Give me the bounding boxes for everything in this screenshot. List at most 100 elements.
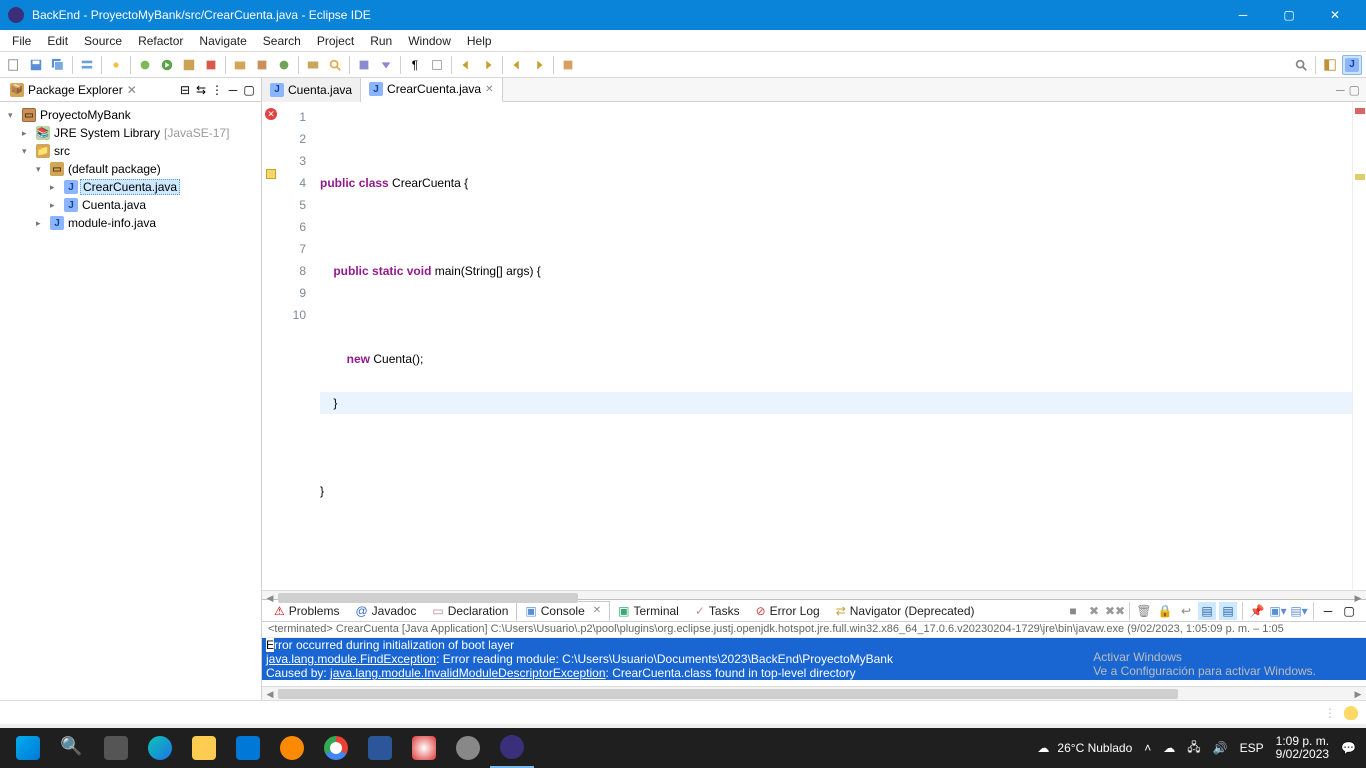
pin-console-button[interactable]: 📌 (1248, 602, 1266, 620)
clear-console-button[interactable]: 🗑 (1135, 602, 1153, 620)
overview-warning-mark[interactable] (1355, 174, 1365, 180)
show-console-stdout-button[interactable]: ▤ (1198, 602, 1216, 620)
tree-src[interactable]: ▾ 📁 src (4, 142, 261, 160)
java-perspective-button[interactable]: J (1342, 55, 1362, 75)
taskbar-chrome-canary[interactable] (402, 728, 446, 768)
pin-editor-button[interactable] (558, 55, 578, 75)
minimize-view-button[interactable]: ─ (225, 82, 241, 98)
show-console-stderr-button[interactable]: ▤ (1219, 602, 1237, 620)
menu-edit[interactable]: Edit (39, 32, 76, 50)
menu-refactor[interactable]: Refactor (130, 32, 191, 50)
editor-tab-cuenta[interactable]: J Cuenta.java (262, 78, 361, 102)
terminate-button[interactable]: ■ (1064, 602, 1082, 620)
console-output[interactable]: Error occurred during initialization of … (262, 638, 1366, 686)
scroll-right-icon[interactable]: ▶ (1351, 688, 1365, 700)
taskbar-eclipse[interactable] (490, 728, 534, 768)
tray-clock[interactable]: 1:09 p. m. 9/02/2023 (1276, 735, 1329, 761)
run-button[interactable] (157, 55, 177, 75)
save-button[interactable] (26, 55, 46, 75)
remove-all-button[interactable]: ✖✖ (1106, 602, 1124, 620)
tray-language[interactable]: ESP (1240, 741, 1264, 755)
view-tab-javadoc[interactable]: @Javadoc (347, 602, 424, 620)
close-view-icon[interactable]: ✕ (593, 605, 601, 616)
taskbar-app[interactable] (446, 728, 490, 768)
new-button[interactable] (4, 55, 24, 75)
next-edit-button[interactable] (478, 55, 498, 75)
console-horizontal-scrollbar[interactable]: ◀ ▶ (262, 686, 1366, 700)
expand-icon[interactable]: ▾ (22, 146, 34, 157)
taskbar-explorer[interactable] (182, 728, 226, 768)
taskbar-search-button[interactable]: 🔍 (50, 728, 94, 768)
forward-button[interactable] (529, 55, 549, 75)
expand-icon[interactable]: ▸ (50, 182, 62, 193)
prev-edit-button[interactable] (456, 55, 476, 75)
menu-window[interactable]: Window (400, 32, 459, 50)
coverage-button[interactable] (179, 55, 199, 75)
back-button[interactable] (507, 55, 527, 75)
overview-ruler[interactable] (1352, 102, 1366, 590)
start-button[interactable] (6, 728, 50, 768)
display-selected-console-button[interactable]: ▣▾ (1269, 602, 1287, 620)
action-center-icon[interactable]: 💬 (1341, 741, 1356, 755)
taskbar-chrome[interactable] (314, 728, 358, 768)
search-button[interactable] (325, 55, 345, 75)
maximize-editor-button[interactable]: ▢ (1349, 83, 1360, 97)
expand-icon[interactable]: ▸ (50, 200, 62, 211)
new-package-button[interactable] (252, 55, 272, 75)
tray-volume-icon[interactable]: 🔊 (1213, 741, 1228, 755)
skip-button[interactable] (106, 55, 126, 75)
warning-marker-icon[interactable] (266, 169, 276, 179)
tip-lightbulb-icon[interactable] (1344, 706, 1358, 720)
tree-project[interactable]: ▾ ▭ ProyectoMyBank (4, 106, 261, 124)
menu-source[interactable]: Source (76, 32, 130, 50)
tree-default-package[interactable]: ▾ ▭ (default package) (4, 160, 261, 178)
menu-project[interactable]: Project (309, 32, 362, 50)
taskbar-edge[interactable] (138, 728, 182, 768)
minimize-editor-button[interactable]: ─ (1336, 83, 1345, 97)
scroll-left-icon[interactable]: ◀ (263, 688, 277, 700)
expand-icon[interactable]: ▾ (8, 110, 20, 121)
tray-chevron-up-icon[interactable]: ˄ (1144, 741, 1151, 755)
open-type-button[interactable] (303, 55, 323, 75)
link-editor-button[interactable]: ⇆ (193, 82, 209, 98)
close-view-icon[interactable]: ✕ (127, 83, 137, 97)
menu-run[interactable]: Run (362, 32, 400, 50)
open-console-button[interactable]: ▤▾ (1290, 602, 1308, 620)
maximize-view-button[interactable]: ▢ (241, 82, 257, 98)
scroll-lock-button[interactable]: 🔒 (1156, 602, 1174, 620)
weather-widget[interactable]: ☁ 26°C Nublado (1037, 741, 1132, 755)
close-tab-icon[interactable]: ✕ (485, 84, 493, 95)
overview-error-mark[interactable] (1355, 108, 1365, 114)
code-editor[interactable]: ✕ 1 2 3 4 5 6 7 8 9 10 public class Crea… (262, 102, 1366, 590)
menu-help[interactable]: Help (459, 32, 500, 50)
view-tab-console[interactable]: ▣Console✕ (516, 601, 610, 621)
view-menu-button[interactable]: ⋮ (209, 82, 225, 98)
view-tab-tasks[interactable]: ✓Tasks (687, 602, 748, 620)
package-explorer-tree[interactable]: ▾ ▭ ProyectoMyBank ▸ 📚 JRE System Librar… (0, 102, 261, 700)
save-all-button[interactable] (48, 55, 68, 75)
tree-module-info[interactable]: ▸ J module-info.java (4, 214, 261, 232)
open-perspective-button[interactable] (1320, 55, 1340, 75)
taskbar-mail[interactable] (226, 728, 270, 768)
view-tab-terminal[interactable]: ▣Terminal (610, 602, 687, 620)
view-tab-navigator[interactable]: ⇄Navigator (Deprecated) (828, 602, 983, 620)
scroll-right-icon[interactable]: ▶ (1351, 592, 1365, 604)
new-class-button[interactable] (274, 55, 294, 75)
taskbar-word[interactable] (358, 728, 402, 768)
external-tools-button[interactable] (201, 55, 221, 75)
error-marker-icon[interactable]: ✕ (265, 108, 277, 120)
status-menu-icon[interactable]: ⋮ (1324, 706, 1336, 720)
editor-tab-crearcuenta[interactable]: J CrearCuenta.java ✕ (361, 78, 502, 102)
view-tab-declaration[interactable]: ▭Declaration (424, 602, 516, 620)
menu-navigate[interactable]: Navigate (191, 32, 254, 50)
code-content[interactable]: public class CrearCuenta { public static… (314, 102, 1352, 590)
tree-file-crearcuenta[interactable]: ▸ J CrearCuenta.java (4, 178, 261, 196)
maximize-button[interactable]: ▢ (1266, 0, 1312, 30)
word-wrap-button[interactable]: ↩ (1177, 602, 1195, 620)
quick-access-button[interactable] (1291, 55, 1311, 75)
view-tab-errorlog[interactable]: ⊘Error Log (748, 602, 828, 620)
expand-icon[interactable]: ▸ (36, 218, 48, 229)
block-selection-button[interactable] (427, 55, 447, 75)
tray-network-icon[interactable]: 🖧 (1187, 738, 1200, 759)
tree-jre[interactable]: ▸ 📚 JRE System Library [JavaSE-17] (4, 124, 261, 142)
